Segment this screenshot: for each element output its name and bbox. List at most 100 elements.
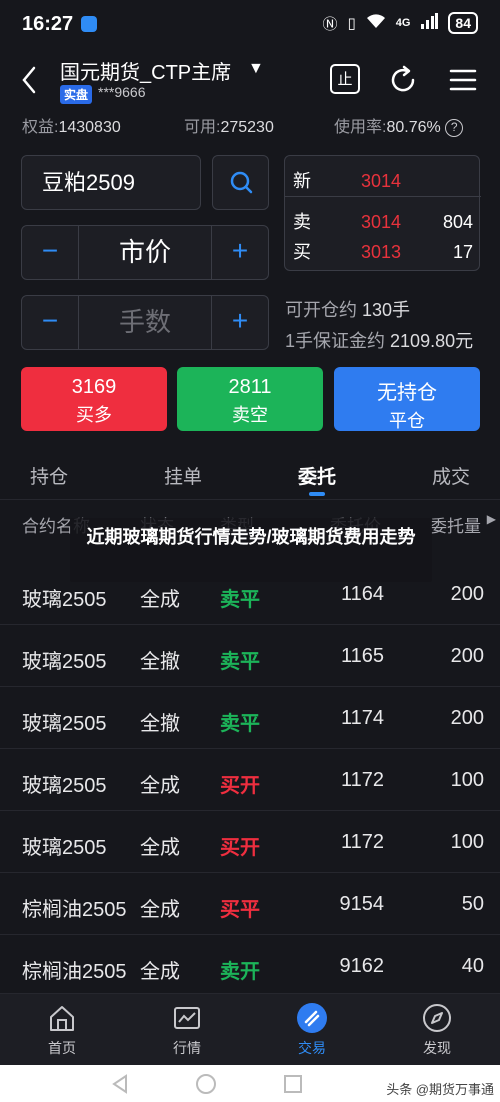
nav-trade[interactable]: 交易 <box>272 1002 352 1058</box>
vibrate-icon: ▯ <box>347 15 356 32</box>
quote-bid: 买 3013 17 <box>293 242 473 262</box>
row-price: 9154 <box>339 893 385 915</box>
app-header: 国元期货_CTP主席 ▼ 实盘 ***9666 止 <box>0 48 500 110</box>
row-volume: 200 <box>450 707 484 729</box>
table-row[interactable]: 棕榈油2505 全成 卖开 9162 40 <box>0 935 500 997</box>
table-row[interactable]: 玻璃2505 全撤 卖平 1174 200 <box>0 687 500 749</box>
system-recents-icon[interactable] <box>283 1073 303 1095</box>
row-price: 1165 <box>340 645 384 667</box>
price-decrease-button[interactable]: − <box>22 226 78 279</box>
row-type: 卖开 <box>220 961 260 983</box>
quote-panel: 新 3014 卖 3014 804 买 3013 17 <box>284 155 481 271</box>
chevron-left-icon <box>22 66 36 94</box>
price-increase-button[interactable]: + <box>212 226 268 279</box>
order-tabs: 持仓 挂单 委托 成交 <box>0 450 500 500</box>
symbol-input[interactable]: 豆粕2509 <box>21 155 201 210</box>
divider <box>285 196 481 197</box>
nav-market[interactable]: 行情 <box>147 1002 227 1058</box>
nav-discover[interactable]: 发现 <box>397 1002 477 1058</box>
table-row[interactable]: 棕榈油2505 全成 买平 9154 50 <box>0 873 500 935</box>
stat-usage-rate: 使用率:80.76% ? <box>334 113 464 137</box>
table-row[interactable]: 玻璃2505 全撤 卖平 1165 200 <box>0 625 500 687</box>
row-volume: 40 <box>461 955 484 977</box>
caption-overlay: 近期玻璃期货行情走势/玻璃期货费用走势 <box>70 518 432 582</box>
status-icons: Ⓝ ▯ 4G 84 <box>322 12 478 34</box>
search-button[interactable] <box>212 155 269 210</box>
close-position-button[interactable]: 无持仓 平仓 <box>334 367 480 431</box>
tab-orders[interactable]: 委托 <box>298 462 336 489</box>
live-account-badge: 实盘 <box>60 85 93 104</box>
table-row[interactable]: 玻璃2505 全成 买开 1172 100 <box>0 811 500 873</box>
row-type: 买开 <box>220 837 260 859</box>
price-stepper: − 市价 + <box>21 225 269 280</box>
network-label: 4G <box>395 17 411 29</box>
qty-decrease-button[interactable]: − <box>22 296 78 349</box>
system-nav-bar: 头条 @期货万事通 <box>0 1065 500 1102</box>
openable-info: 可开仓约 130手 <box>285 300 411 320</box>
row-price: 1174 <box>340 707 384 729</box>
sell-short-button[interactable]: 2811 卖空 <box>177 367 323 431</box>
row-symbol: 棕榈油2505 <box>22 899 127 921</box>
tab-indicator <box>309 492 325 496</box>
row-type: 买平 <box>220 899 260 921</box>
row-symbol: 玻璃2505 <box>22 713 107 735</box>
scroll-right-icon[interactable]: ▶ <box>487 512 496 526</box>
system-back-icon[interactable] <box>110 1073 130 1095</box>
tab-pending[interactable]: 挂单 <box>164 462 202 489</box>
status-time: 16:27 <box>22 12 74 35</box>
row-status: 全成 <box>140 899 180 921</box>
watermark: 头条 @期货万事通 <box>386 1082 494 1097</box>
buy-long-button[interactable]: 3169 买多 <box>21 367 167 431</box>
row-symbol: 玻璃2505 <box>22 651 107 673</box>
refresh-icon[interactable] <box>387 64 419 96</box>
row-price: 1172 <box>340 831 384 853</box>
trade-icon <box>297 1003 327 1033</box>
tab-positions[interactable]: 持仓 <box>30 462 68 489</box>
row-status: 全成 <box>140 961 180 983</box>
row-symbol: 玻璃2505 <box>22 775 107 797</box>
row-type: 卖平 <box>220 589 260 611</box>
home-icon <box>50 1006 74 1031</box>
search-icon <box>230 171 253 194</box>
row-volume: 100 <box>450 769 484 791</box>
system-home-icon[interactable] <box>195 1073 217 1095</box>
account-id: ***9666 <box>98 84 146 100</box>
quote-last: 新 3014 <box>293 171 402 191</box>
nav-home[interactable]: 首页 <box>22 1002 102 1058</box>
status-bar: 16:27 Ⓝ ▯ 4G 84 <box>0 0 500 48</box>
row-volume: 100 <box>450 831 484 853</box>
account-title[interactable]: 国元期货_CTP主席 <box>60 56 231 85</box>
row-type: 买开 <box>220 775 260 797</box>
chart-icon <box>174 1007 200 1029</box>
help-icon[interactable]: ? <box>445 119 464 137</box>
qty-increase-button[interactable]: + <box>212 296 268 349</box>
wifi-icon <box>366 13 386 33</box>
row-volume: 200 <box>450 645 484 667</box>
row-volume: 200 <box>450 583 484 605</box>
row-price: 9162 <box>339 955 385 977</box>
row-symbol: 玻璃2505 <box>22 589 107 611</box>
menu-icon[interactable] <box>447 64 479 96</box>
price-mode[interactable]: 市价 <box>78 226 212 279</box>
stop-button[interactable]: 止 <box>330 64 360 94</box>
tab-trades[interactable]: 成交 <box>432 462 470 489</box>
row-symbol: 棕榈油2505 <box>22 961 127 983</box>
row-type: 卖平 <box>220 713 260 735</box>
bottom-nav: 首页 行情 交易 发现 <box>0 993 500 1065</box>
row-volume: 50 <box>461 893 484 915</box>
nfc-icon: Ⓝ <box>322 15 338 33</box>
app-notification-icon <box>81 16 98 32</box>
col-volume: 委托量 <box>430 517 481 536</box>
row-status: 全成 <box>140 837 180 859</box>
row-price: 1172 <box>340 769 384 791</box>
quantity-input[interactable]: 手数 <box>78 296 212 349</box>
row-symbol: 玻璃2505 <box>22 837 107 859</box>
back-button[interactable] <box>16 62 46 98</box>
stat-available: 可用:275230 <box>184 119 274 136</box>
margin-info: 1手保证金约 2109.80元 <box>285 331 474 351</box>
table-row[interactable]: 玻璃2505 全成 买开 1172 100 <box>0 749 500 811</box>
battery-icon: 84 <box>448 12 478 34</box>
row-status: 全成 <box>140 589 180 611</box>
caret-down-icon[interactable]: ▼ <box>248 60 264 78</box>
row-status: 全成 <box>140 775 180 797</box>
